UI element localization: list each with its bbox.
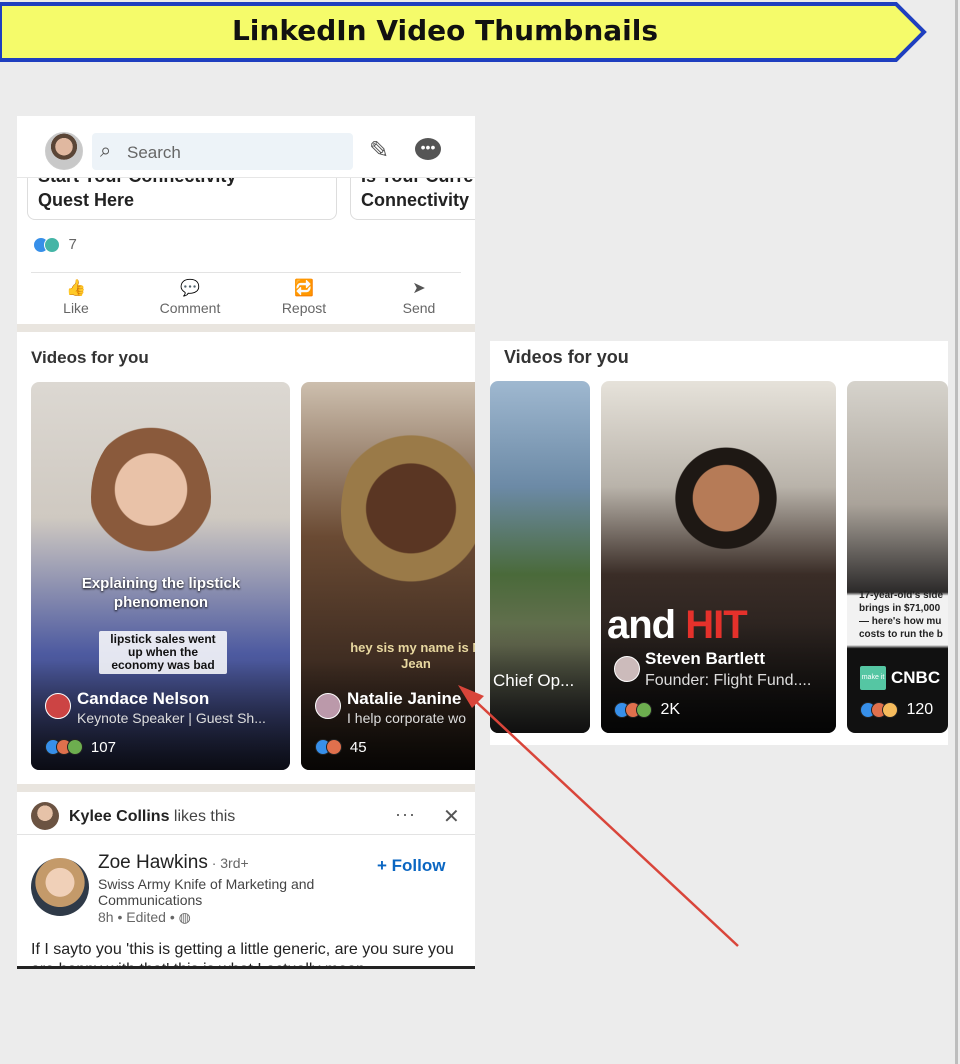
messaging-icon[interactable]: ••• (415, 138, 441, 160)
search-input[interactable]: ⌕ Search (92, 133, 353, 170)
search-placeholder: Search (127, 143, 181, 162)
top-bar: ⌕ Search ✎ ••• (17, 116, 475, 178)
avatar[interactable] (45, 132, 83, 170)
compose-icon[interactable]: ✎ (369, 136, 389, 165)
search-icon: ⌕ (100, 140, 112, 162)
